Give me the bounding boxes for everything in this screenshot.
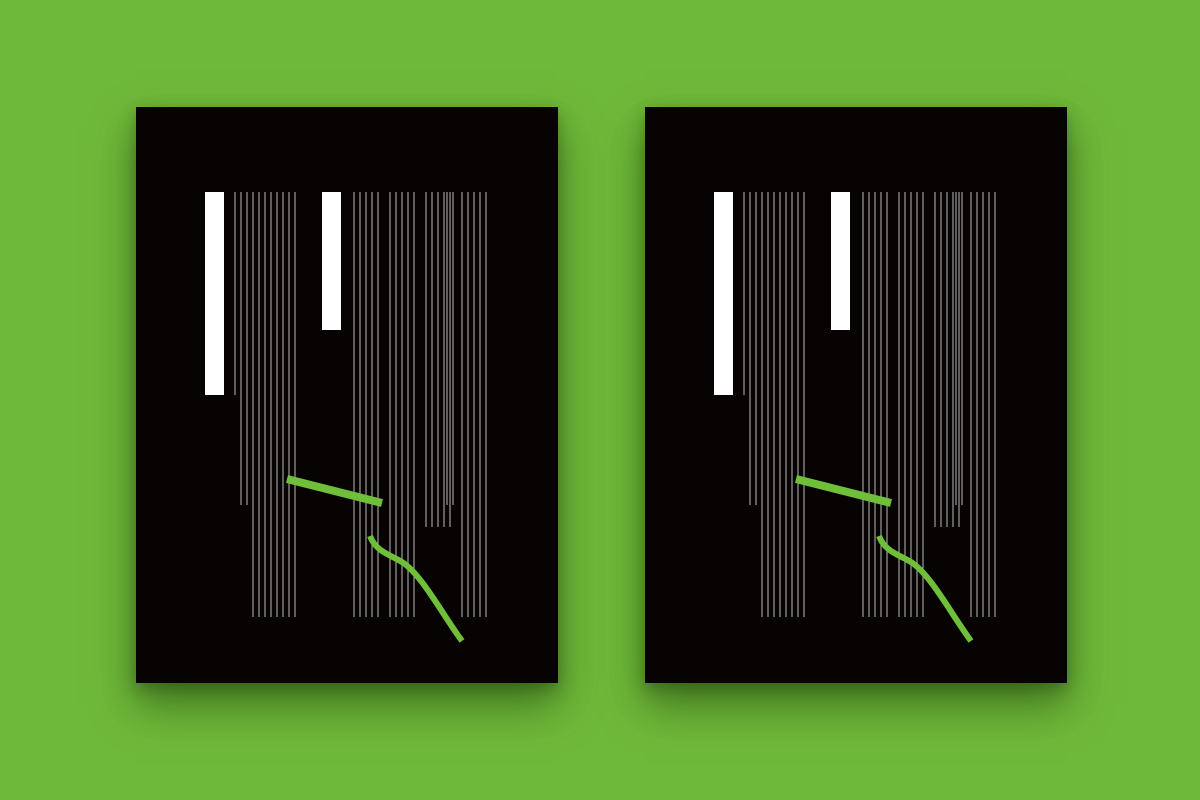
poster-artwork xyxy=(714,192,996,643)
tall-white-bar xyxy=(205,192,224,395)
poster-left xyxy=(136,107,558,683)
tall-white-bar xyxy=(714,192,733,395)
green-curve-stroke xyxy=(367,534,465,643)
poster-right xyxy=(645,107,1067,683)
poster-artwork xyxy=(205,192,487,643)
green-diagonal-bar xyxy=(286,475,383,507)
green-diagonal-bar xyxy=(795,475,892,507)
short-white-bar xyxy=(322,192,341,330)
mockup-scene xyxy=(0,0,1200,800)
short-white-bar xyxy=(831,192,850,330)
green-curve-stroke xyxy=(876,534,974,643)
